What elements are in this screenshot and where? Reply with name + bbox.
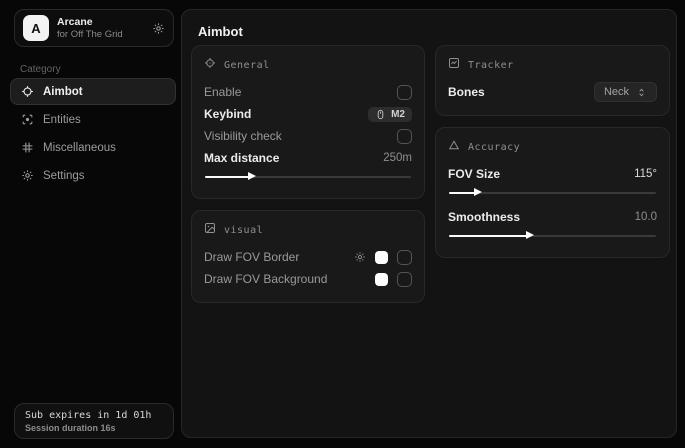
grid-icon xyxy=(21,141,34,154)
gear-icon xyxy=(21,169,34,182)
visibility-check-label: Visibility check xyxy=(204,129,282,143)
sidebar-menu: Aimbot Entities Miscellaneous xyxy=(10,78,176,190)
right-column: Tracker Bones Neck xyxy=(435,45,670,269)
bones-select[interactable]: Neck xyxy=(594,82,657,102)
visibility-check-row: Visibility check xyxy=(204,125,412,147)
sidebar-item-settings[interactable]: Settings xyxy=(10,162,176,189)
enable-label: Enable xyxy=(204,85,241,99)
sub-expires-text: Sub expires in 1d 01h xyxy=(25,410,163,421)
smoothness-label: Smoothness xyxy=(448,210,520,224)
slider-thumb[interactable] xyxy=(526,231,534,239)
general-card: General Enable Keybind M2 xyxy=(191,45,425,199)
visibility-check-checkbox[interactable] xyxy=(397,129,412,144)
bones-value: Neck xyxy=(604,86,629,98)
app-window: A Arcane for Off The Grid Category xyxy=(0,0,685,448)
subscription-info: Sub expires in 1d 01h Session duration 1… xyxy=(14,403,174,439)
draw-fov-background-label: Draw FOV Background xyxy=(204,272,327,286)
app-header: A Arcane for Off The Grid xyxy=(14,9,174,47)
bones-label: Bones xyxy=(448,85,485,99)
gear-icon[interactable] xyxy=(152,22,165,35)
enable-checkbox[interactable] xyxy=(397,85,412,100)
triangle-icon xyxy=(448,138,460,156)
draw-fov-background-checkbox[interactable] xyxy=(397,272,412,287)
keybind-value: M2 xyxy=(391,109,405,120)
fov-background-color-swatch[interactable] xyxy=(375,273,388,286)
smoothness-value: 10.0 xyxy=(635,211,657,223)
main-panel: Aimbot General Enable xyxy=(181,9,677,438)
accuracy-card: Accuracy FOV Size 115° Smoothness 10.0 xyxy=(435,127,670,258)
gear-icon[interactable] xyxy=(354,251,366,263)
sidebar-item-label: Miscellaneous xyxy=(43,142,116,154)
app-name: Arcane xyxy=(57,16,144,29)
crosshair-icon xyxy=(21,85,34,98)
smoothness-row: Smoothness 10.0 xyxy=(448,206,657,228)
sidebar: A Arcane for Off The Grid Category xyxy=(8,8,176,440)
app-logo: A xyxy=(23,15,49,41)
mouse-icon xyxy=(375,109,386,120)
enable-row: Enable xyxy=(204,81,412,103)
chevrons-up-down-icon xyxy=(636,87,647,98)
session-duration-text: Session duration 16s xyxy=(25,423,163,433)
sidebar-item-entities[interactable]: Entities xyxy=(10,106,176,133)
keybind-row: Keybind M2 xyxy=(204,103,412,125)
max-distance-label: Max distance xyxy=(204,151,279,165)
draw-fov-background-row: Draw FOV Background xyxy=(204,268,412,290)
fov-size-label: FOV Size xyxy=(448,167,500,181)
sidebar-item-label: Entities xyxy=(43,114,81,126)
keybind-button[interactable]: M2 xyxy=(368,107,412,122)
fov-size-slider[interactable] xyxy=(449,188,656,197)
fov-size-value: 115° xyxy=(634,168,657,180)
smoothness-slider[interactable] xyxy=(449,231,656,240)
max-distance-value: 250m xyxy=(383,152,412,164)
sidebar-item-label: Aimbot xyxy=(43,86,83,98)
max-distance-slider[interactable] xyxy=(205,172,411,181)
tracker-icon xyxy=(448,56,460,74)
crosshair-icon xyxy=(204,56,216,74)
card-header-label: General xyxy=(224,60,270,71)
sidebar-item-miscellaneous[interactable]: Miscellaneous xyxy=(10,134,176,161)
slider-thumb[interactable] xyxy=(474,188,482,196)
fov-size-row: FOV Size 115° xyxy=(448,163,657,185)
app-subtitle: for Off The Grid xyxy=(57,29,144,41)
bones-row: Bones Neck xyxy=(448,81,657,103)
sidebar-item-label: Settings xyxy=(43,170,85,182)
page-title: Aimbot xyxy=(198,24,243,39)
draw-fov-border-label: Draw FOV Border xyxy=(204,250,299,264)
card-header-label: Accuracy xyxy=(468,142,520,153)
tracker-card: Tracker Bones Neck xyxy=(435,45,670,116)
sidebar-item-aimbot[interactable]: Aimbot xyxy=(10,78,176,105)
slider-thumb[interactable] xyxy=(248,172,256,180)
card-header-label: Tracker xyxy=(468,60,514,71)
draw-fov-border-checkbox[interactable] xyxy=(397,250,412,265)
left-column: General Enable Keybind M2 xyxy=(191,45,425,314)
fov-border-color-swatch[interactable] xyxy=(375,251,388,264)
draw-fov-border-row: Draw FOV Border xyxy=(204,246,412,268)
keybind-label: Keybind xyxy=(204,107,251,121)
max-distance-row: Max distance 250m xyxy=(204,147,412,169)
image-icon xyxy=(204,221,216,239)
card-header-label: visual xyxy=(224,225,263,236)
category-label: Category xyxy=(20,64,61,75)
entities-icon xyxy=(21,113,34,126)
visual-card: visual Draw FOV Border xyxy=(191,210,425,303)
